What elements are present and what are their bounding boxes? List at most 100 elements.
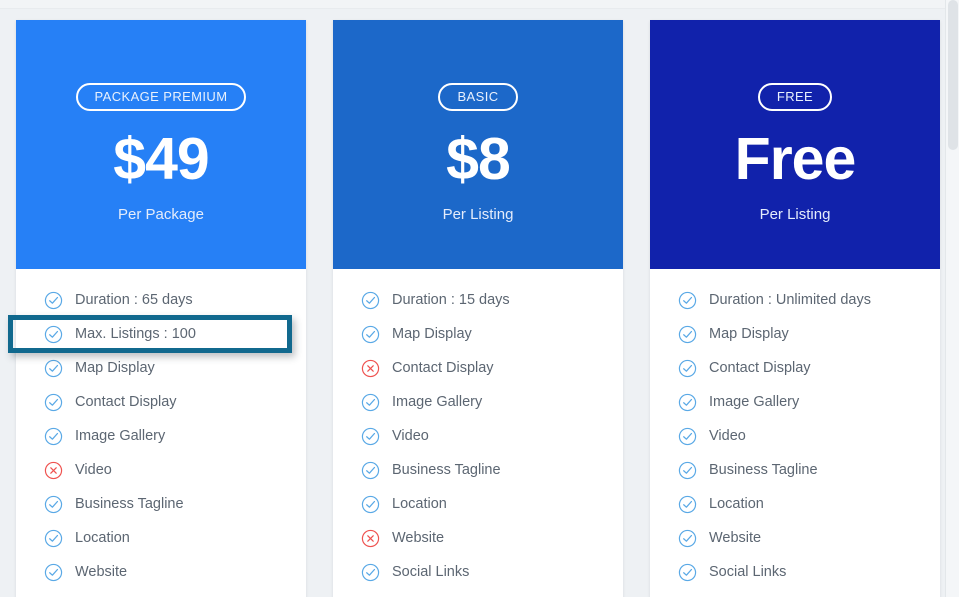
feature-row: Video xyxy=(333,419,623,453)
feature-row: Business Tagline xyxy=(650,453,940,487)
cross-circle-icon xyxy=(361,359,380,378)
feature-label: Contact Display xyxy=(75,393,177,410)
cross-circle-icon xyxy=(44,461,63,480)
pricing-card: FREE Free Per Listing Duration : Unlimited … xyxy=(650,20,940,597)
check-circle-icon xyxy=(678,325,697,344)
feature-label: Website xyxy=(75,563,128,580)
check-circle-icon xyxy=(44,529,63,548)
pricing-card: PACKAGE PREMIUM $49 Per Package Duration : … xyxy=(16,20,306,597)
feature-row: Duration : 65 days xyxy=(16,283,306,317)
feature-row: Social Links xyxy=(650,555,940,589)
pricing-card-header: BASIC $8 Per Listing xyxy=(333,20,623,269)
feature-row: Website xyxy=(333,521,623,555)
plan-badge: FREE xyxy=(757,83,833,111)
feature-row: Map Display xyxy=(650,317,940,351)
feature-row: Business Tagline xyxy=(16,487,306,521)
check-circle-icon xyxy=(44,393,63,412)
check-circle-icon xyxy=(44,495,63,514)
check-circle-icon xyxy=(678,529,697,548)
plan-period: Per Listing xyxy=(442,206,514,223)
feature-row: Location xyxy=(333,487,623,521)
feature-row: Website xyxy=(650,521,940,555)
feature-row: Contact Display xyxy=(650,351,940,385)
feature-row: Map Display xyxy=(333,317,623,351)
feature-list: Duration : 65 days Max. Listings : 100 Map… xyxy=(16,269,306,597)
check-circle-icon xyxy=(361,427,380,446)
feature-label: Location xyxy=(75,529,130,546)
feature-label: Image Gallery xyxy=(392,393,483,410)
feature-label: Image Gallery xyxy=(75,427,166,444)
check-circle-icon xyxy=(678,495,697,514)
plan-period: Per Package xyxy=(118,206,204,223)
feature-row: Location xyxy=(16,521,306,555)
plan-period: Per Listing xyxy=(759,206,831,223)
feature-label: Map Display xyxy=(392,325,472,342)
feature-row: Image Gallery xyxy=(16,419,306,453)
feature-row: Contact Display xyxy=(333,351,623,385)
feature-label: Video xyxy=(392,427,429,444)
check-circle-icon xyxy=(44,563,63,582)
feature-label: Max. Listings : 100 xyxy=(75,325,196,342)
check-circle-icon xyxy=(678,461,697,480)
pricing-page: PACKAGE PREMIUM $49 Per Package Duration : … xyxy=(0,0,959,597)
check-circle-icon xyxy=(44,291,63,310)
feature-row: Video xyxy=(16,453,306,487)
feature-row: Business Tagline xyxy=(333,453,623,487)
feature-label: Duration : Unlimited days xyxy=(709,291,871,308)
plan-price: $49 xyxy=(113,126,209,192)
check-circle-icon xyxy=(361,393,380,412)
pricing-card: BASIC $8 Per Listing Duration : 15 days Map … xyxy=(333,20,623,597)
feature-label: Location xyxy=(392,495,447,512)
feature-row: Social Links xyxy=(333,555,623,589)
check-circle-icon xyxy=(678,359,697,378)
plan-badge: PACKAGE PREMIUM xyxy=(75,83,247,111)
check-circle-icon xyxy=(44,359,63,378)
check-circle-icon xyxy=(44,427,63,446)
feature-label: Social Links xyxy=(392,563,470,580)
plan-badge: BASIC xyxy=(438,83,518,111)
feature-label: Map Display xyxy=(75,359,155,376)
pricing-card-header: PACKAGE PREMIUM $49 Per Package xyxy=(16,20,306,269)
scrollbar-thumb[interactable] xyxy=(948,0,958,150)
feature-label: Contact Display xyxy=(392,359,494,376)
feature-label: Website xyxy=(392,529,445,546)
vertical-scrollbar[interactable] xyxy=(945,0,959,597)
check-circle-icon xyxy=(361,495,380,514)
check-circle-icon xyxy=(361,563,380,582)
feature-label: Business Tagline xyxy=(709,461,818,478)
feature-label: Business Tagline xyxy=(392,461,501,478)
feature-row: Image Gallery xyxy=(650,385,940,419)
feature-row: Map Display xyxy=(16,351,306,385)
feature-row-highlighted[interactable]: Max. Listings : 100 xyxy=(16,317,306,351)
feature-label: Website xyxy=(709,529,762,546)
feature-label: Contact Display xyxy=(709,359,811,376)
feature-label: Image Gallery xyxy=(709,393,800,410)
check-circle-icon xyxy=(678,563,697,582)
feature-row: Duration : Unlimited days xyxy=(650,283,940,317)
plan-price: $8 xyxy=(446,126,511,192)
feature-label: Business Tagline xyxy=(75,495,184,512)
check-circle-icon xyxy=(678,291,697,310)
pricing-card-header: FREE Free Per Listing xyxy=(650,20,940,269)
feature-row: Image Gallery xyxy=(333,385,623,419)
plan-price: Free xyxy=(734,126,857,192)
feature-list: Duration : 15 days Map Display Contact Dis… xyxy=(333,269,623,597)
check-circle-icon xyxy=(361,291,380,310)
check-circle-icon xyxy=(361,325,380,344)
feature-row: Duration : 15 days xyxy=(333,283,623,317)
feature-list: Duration : Unlimited days Map Display Cont… xyxy=(650,269,940,597)
feature-row: Contact Display xyxy=(16,385,306,419)
check-circle-icon xyxy=(44,325,63,344)
feature-label: Social Links xyxy=(709,563,787,580)
pricing-cards-row: PACKAGE PREMIUM $49 Per Package Duration : … xyxy=(16,20,943,597)
feature-label: Map Display xyxy=(709,325,789,342)
feature-label: Video xyxy=(75,461,112,478)
feature-label: Video xyxy=(709,427,746,444)
feature-row: Video xyxy=(650,419,940,453)
cross-circle-icon xyxy=(361,529,380,548)
feature-row: Website xyxy=(16,555,306,589)
page-top-strip xyxy=(0,0,959,9)
feature-label: Duration : 65 days xyxy=(75,291,193,308)
feature-label: Location xyxy=(709,495,764,512)
feature-label: Duration : 15 days xyxy=(392,291,510,308)
